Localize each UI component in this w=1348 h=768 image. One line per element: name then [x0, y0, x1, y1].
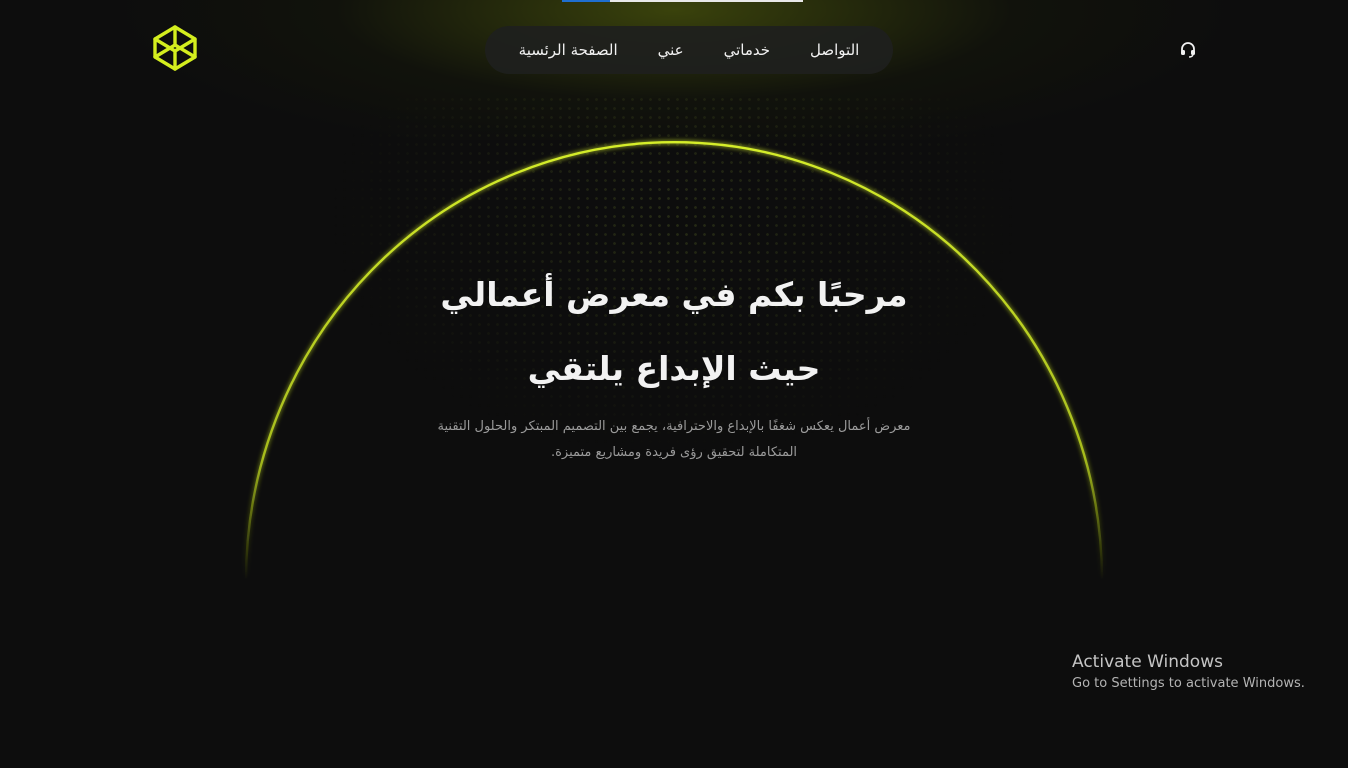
nav-item-contact[interactable]: التواصل — [810, 41, 859, 59]
cube-logo-icon — [153, 25, 197, 71]
windows-activation-watermark: Activate Windows Go to Settings to activ… — [1072, 651, 1342, 695]
hero-subtitle-line-2: المتكاملة لتحقيق رؤى فريدة ومشاريع متميز… — [550, 445, 798, 460]
nav-item-home[interactable]: الصفحة الرئسية — [519, 41, 618, 59]
nav-item-about[interactable]: عني — [658, 41, 684, 59]
activation-message: Go to Settings to activate Windows. — [1072, 676, 1305, 691]
nav-item-services[interactable]: خدماتي — [724, 41, 770, 59]
hero-title-line-2: حيث الإبداع يلتقي — [527, 349, 821, 388]
scroll-progress-bar — [562, 0, 803, 2]
hero-title: مرحبًا بكم في معرض أعمالي حيث الإبداع يل… — [374, 258, 974, 406]
main-nav: التواصل خدماتي عني الصفحة الرئسية — [485, 26, 893, 74]
logo-icon[interactable] — [151, 24, 199, 72]
hero-subtitle-line-1: معرض أعمال يعكس شغفًا بالإبداع والاحتراف… — [437, 419, 911, 434]
hero-subtitle: معرض أعمال يعكس شغفًا بالإبداع والاحتراف… — [404, 414, 944, 466]
activation-title: Activate Windows — [1072, 652, 1223, 672]
scroll-progress-fill — [562, 0, 610, 2]
headset-icon[interactable] — [1179, 41, 1197, 59]
hero-title-line-1: مرحبًا بكم في معرض أعمالي — [440, 275, 908, 314]
